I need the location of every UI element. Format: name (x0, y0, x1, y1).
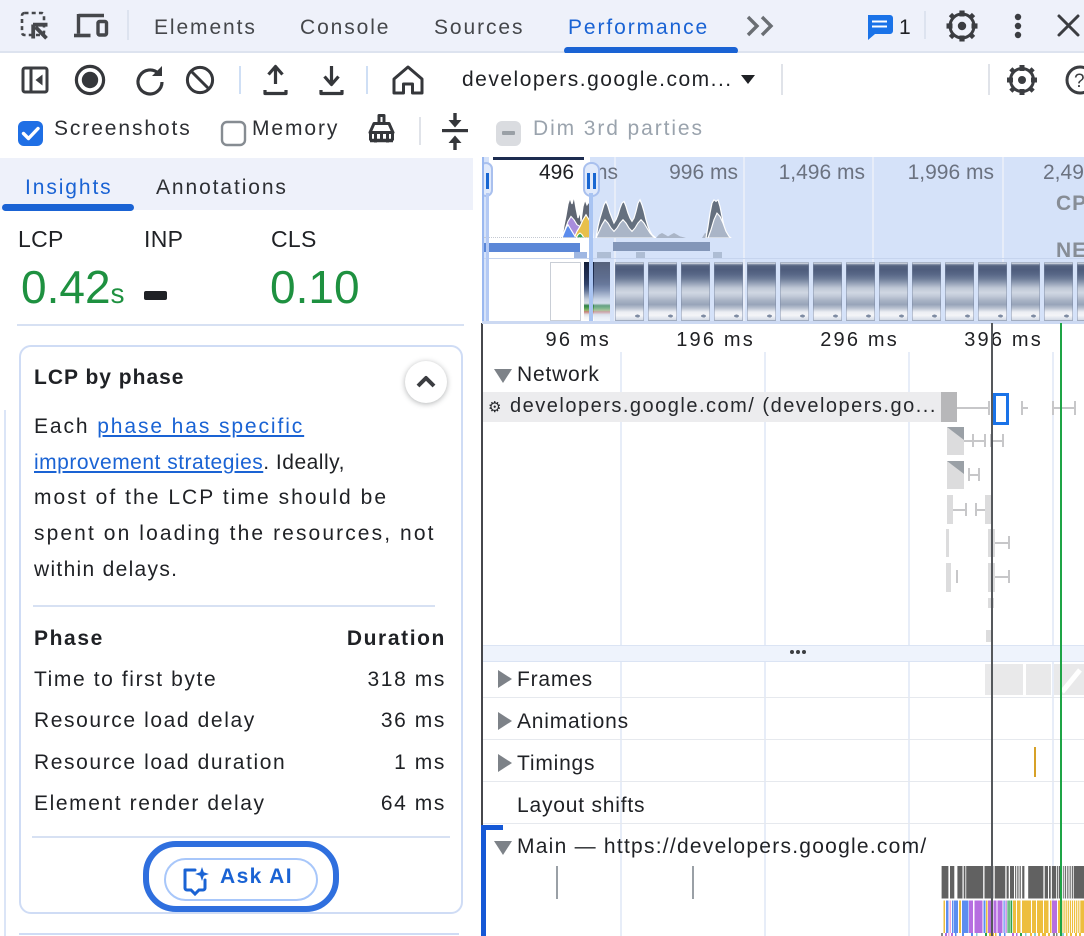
svg-text:?: ? (1074, 71, 1084, 92)
svg-text:1: 1 (899, 16, 911, 39)
